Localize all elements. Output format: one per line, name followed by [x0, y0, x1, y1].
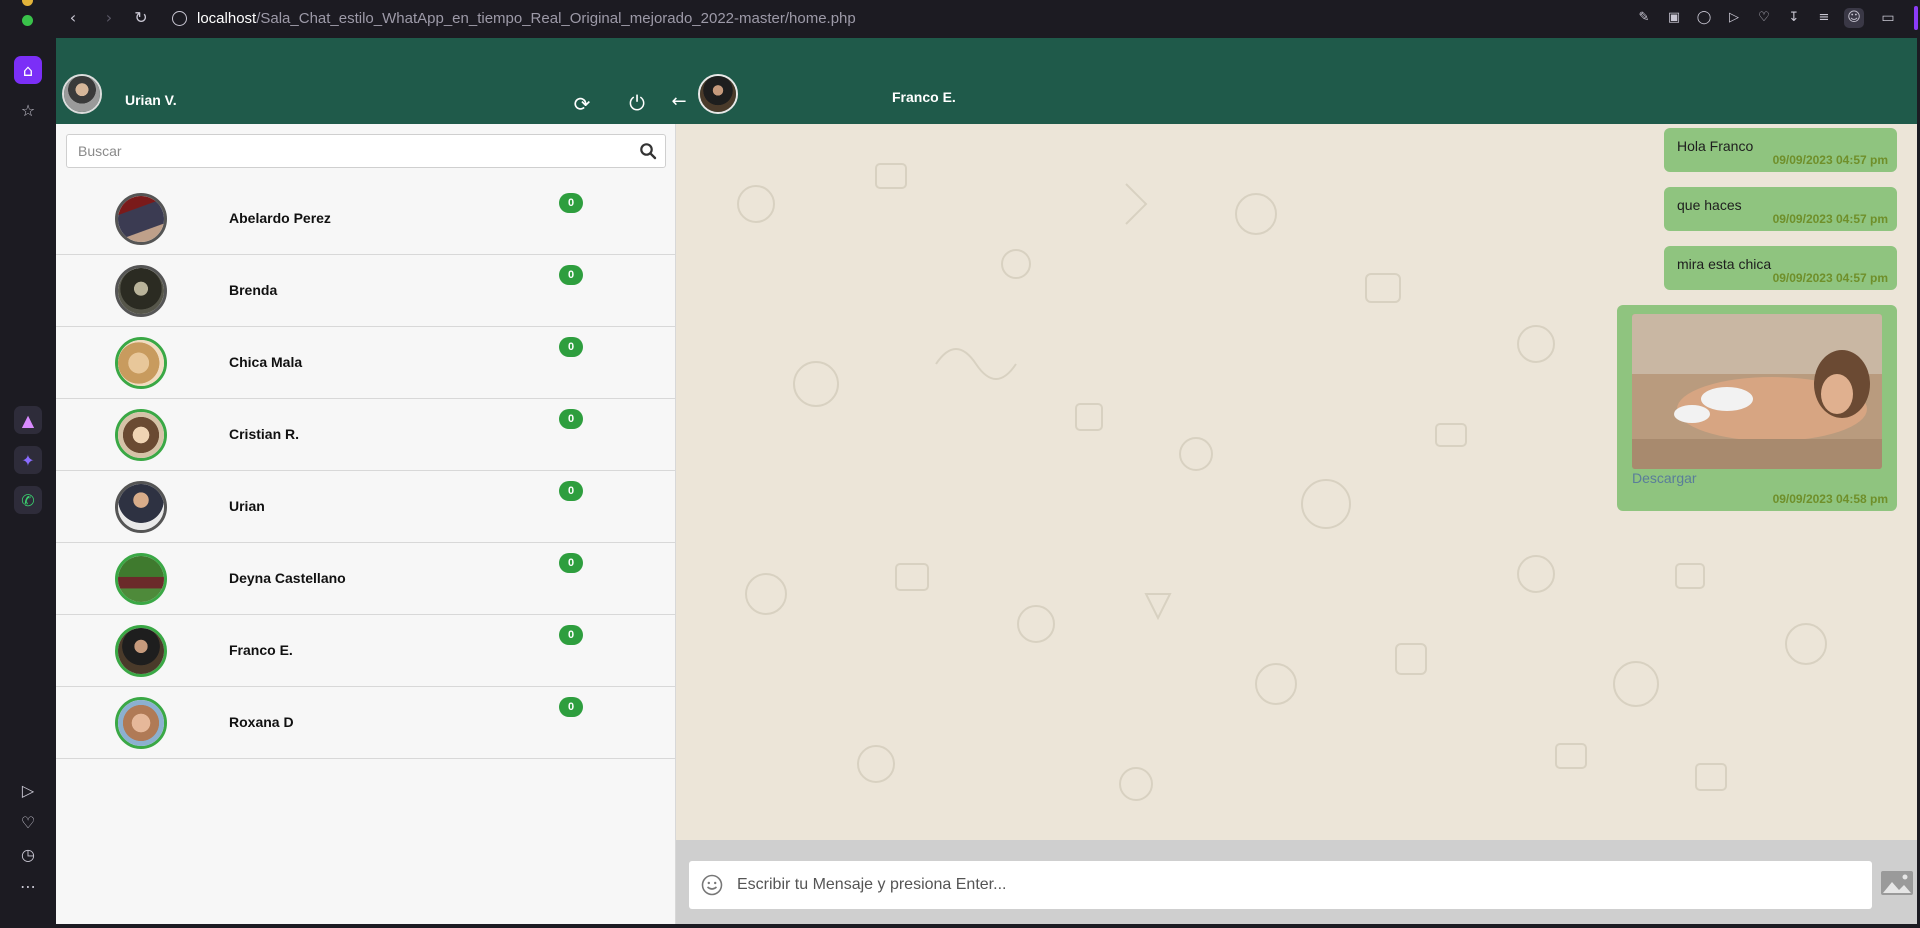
- unread-badge: 0: [559, 265, 583, 285]
- forward-icon[interactable]: ›: [99, 9, 119, 27]
- my-name: Urian V.: [125, 92, 177, 108]
- shield-icon[interactable]: ◯: [1694, 8, 1714, 28]
- browser-sidebar: ⌂ ☆ ▲ ✦ ✆ ▷ ♡ ◷ ⋯: [0, 36, 56, 928]
- contact-name: Deyna Castellano: [229, 570, 346, 586]
- contact-name: Chica Mala: [229, 354, 303, 370]
- avatar: [115, 697, 167, 749]
- heart-icon[interactable]: ♡: [1754, 8, 1774, 28]
- back-arrow-icon[interactable]: ←: [667, 90, 691, 114]
- chat-contact-name: Franco E.: [892, 89, 956, 105]
- avatar: [115, 265, 167, 317]
- contact-name: Franco E.: [229, 642, 293, 658]
- compose-bar: [676, 840, 1917, 924]
- message-input[interactable]: [737, 861, 1857, 909]
- message-time: 09/09/2023 04:57 pm: [1772, 212, 1888, 226]
- photo-image: [1632, 314, 1882, 469]
- contact-name: Cristian R.: [229, 426, 300, 442]
- heart-icon[interactable]: ♡: [14, 808, 42, 836]
- search-input[interactable]: [67, 135, 627, 167]
- download-icon[interactable]: ↧: [1784, 8, 1804, 28]
- my-avatar[interactable]: [62, 74, 102, 114]
- contact-item[interactable]: Chica Mala 0: [56, 327, 675, 399]
- zoom-dot[interactable]: [22, 15, 33, 26]
- aria-icon[interactable]: ▲: [14, 406, 42, 434]
- back-icon[interactable]: ‹: [63, 9, 83, 27]
- avatar: [115, 553, 167, 605]
- minimize-dot[interactable]: [22, 0, 33, 6]
- address-bar[interactable]: localhost/Sala_Chat_estilo_WhatApp_en_ti…: [172, 9, 856, 27]
- power-icon[interactable]: ⏻: [625, 91, 649, 115]
- profile-icon[interactable]: ☺: [1844, 8, 1864, 28]
- browser-toolbar: ‹ › ↻ localhost/Sala_Chat_estilo_WhatApp…: [0, 0, 1920, 36]
- box-icon[interactable]: ▭: [1878, 8, 1898, 28]
- refresh-icon[interactable]: ⟳: [570, 92, 594, 116]
- accent-bar: [1914, 6, 1918, 30]
- camera-icon[interactable]: ▣: [1664, 8, 1684, 28]
- contact-item[interactable]: Deyna Castellano 0: [56, 543, 675, 615]
- chat-messages: Hola Franco 09/09/2023 04:57 pm que hace…: [676, 124, 1917, 840]
- home-icon[interactable]: ⌂: [14, 56, 42, 84]
- unread-badge: 0: [559, 481, 583, 501]
- message-bubble[interactable]: Hola Franco 09/09/2023 04:57 pm: [1664, 128, 1897, 172]
- message-text: que haces: [1677, 197, 1742, 213]
- avatar: [115, 409, 167, 461]
- emoji-icon[interactable]: [701, 874, 723, 896]
- contact-item[interactable]: Urian 0: [56, 471, 675, 543]
- url-path: /Sala_Chat_estilo_WhatApp_en_tiempo_Real…: [256, 9, 856, 27]
- menu-icon[interactable]: ≡: [1814, 8, 1834, 28]
- message-time: 09/09/2023 04:58 pm: [1772, 492, 1888, 506]
- contact-item[interactable]: Brenda 0: [56, 255, 675, 327]
- contact-item[interactable]: Abelardo Perez 0: [56, 183, 675, 255]
- message-bubble[interactable]: que haces 09/09/2023 04:57 pm: [1664, 187, 1897, 231]
- contact-item[interactable]: Franco E. 0: [56, 615, 675, 687]
- unread-badge: 0: [559, 409, 583, 429]
- messenger-icon[interactable]: ✦: [14, 446, 42, 474]
- image-message-bubble[interactable]: Descargar 09/09/2023 04:58 pm: [1617, 305, 1897, 511]
- header-strip: [56, 38, 1917, 62]
- contact-name: Abelardo Perez: [229, 210, 331, 226]
- url-host: localhost: [197, 9, 257, 27]
- chat-contact-avatar[interactable]: [698, 74, 738, 114]
- avatar: [115, 625, 167, 677]
- whatsapp-icon[interactable]: ✆: [14, 486, 42, 514]
- more-icon[interactable]: ⋯: [14, 872, 42, 900]
- unread-badge: 0: [559, 193, 583, 213]
- contact-item[interactable]: Roxana D 0: [56, 687, 675, 759]
- search-icon[interactable]: [639, 142, 657, 160]
- contact-item[interactable]: Cristian R. 0: [56, 399, 675, 471]
- message-text: mira esta chica: [1677, 256, 1772, 272]
- avatar: [115, 337, 167, 389]
- contact-name: Brenda: [229, 282, 278, 298]
- message-bubble[interactable]: mira esta chica 09/09/2023 04:57 pm: [1664, 246, 1897, 290]
- avatar: [115, 481, 167, 533]
- unread-badge: 0: [559, 625, 583, 645]
- globe-icon: [172, 10, 187, 26]
- download-link[interactable]: Descargar: [1632, 470, 1697, 486]
- unread-badge: 0: [559, 337, 583, 357]
- search-box[interactable]: [66, 134, 666, 168]
- contact-list: Abelardo Perez 0 Brenda 0 Chica Mala 0 C…: [56, 183, 675, 759]
- avatar: [115, 193, 167, 245]
- message-time: 09/09/2023 04:57 pm: [1772, 271, 1888, 285]
- unread-badge: 0: [559, 697, 583, 717]
- chat-app: Urian V. ⟳ ⏻ ← Franco E. Abelardo Perez …: [56, 38, 1917, 924]
- message-time: 09/09/2023 04:57 pm: [1772, 153, 1888, 167]
- reload-icon[interactable]: ↻: [131, 9, 151, 27]
- message-photo[interactable]: [1632, 314, 1882, 469]
- message-text: Hola Franco: [1677, 138, 1754, 154]
- unread-badge: 0: [559, 553, 583, 573]
- star-icon[interactable]: ☆: [14, 96, 42, 124]
- image-attach-icon[interactable]: [1880, 866, 1914, 900]
- contact-name: Roxana D: [229, 714, 294, 730]
- contact-name: Urian: [229, 498, 265, 514]
- app-header: [56, 62, 1917, 124]
- edit-icon[interactable]: ✎: [1634, 8, 1654, 28]
- player-icon[interactable]: ▷: [14, 776, 42, 804]
- send-icon[interactable]: ▷: [1724, 8, 1744, 28]
- history-icon[interactable]: ◷: [14, 840, 42, 868]
- compose-box[interactable]: [689, 861, 1872, 909]
- toolbar-icons: ✎ ▣ ◯ ▷ ♡ ↧ ≡ ☺: [1634, 8, 1864, 28]
